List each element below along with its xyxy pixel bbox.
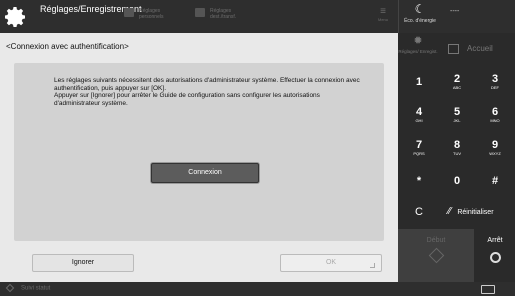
instruction-message: Les réglages suivants nécessitent des au… xyxy=(54,77,360,107)
key-3-letters: DEF xyxy=(491,85,499,90)
main-content: <Connexion avec authentification> Les ré… xyxy=(0,33,398,282)
gear-small-icon: ✹ xyxy=(413,35,423,47)
energy-saver-button[interactable]: ☾ Éco. d'énergie xyxy=(398,0,441,33)
key-6[interactable]: 6 MNO xyxy=(476,98,514,132)
app-title: Réglages/Enregistrement xyxy=(40,4,142,14)
key-9[interactable]: 9 WXYZ xyxy=(476,131,514,165)
keypad-panel: ✹ Réglages/ Enregist. Accueil 1 2 ABC 3 DE… xyxy=(398,33,515,282)
key-2-digit: 2 xyxy=(453,73,461,85)
status-diamond-icon xyxy=(5,283,15,293)
clear-label: C xyxy=(415,206,423,218)
start-button: Début xyxy=(398,229,474,282)
key-star[interactable]: * xyxy=(400,164,438,198)
home-label: Accueil xyxy=(467,44,493,53)
key-0[interactable]: 0 xyxy=(438,164,476,198)
enter-corner-icon xyxy=(370,263,375,268)
home-icon xyxy=(448,43,459,54)
key-3[interactable]: 3 DEF xyxy=(476,65,514,99)
key-5[interactable]: 5 JKL xyxy=(438,98,476,132)
energy-saver-label: Éco. d'énergie xyxy=(404,18,436,24)
destination-icon xyxy=(195,8,205,17)
key-8-digit: 8 xyxy=(453,139,461,151)
moon-icon: ☾ xyxy=(414,2,426,16)
menu-label: Menu xyxy=(377,17,388,22)
key-2-letters: ABC xyxy=(452,85,462,90)
key-hash[interactable]: # xyxy=(476,164,514,198)
ignore-button[interactable]: Ignorer xyxy=(32,254,134,272)
key-hash-symbol: # xyxy=(491,175,499,187)
key-7-digit: 7 xyxy=(415,139,423,151)
key-1-digit: 1 xyxy=(415,76,423,88)
ok-label: OK xyxy=(325,259,337,266)
key-0-digit: 0 xyxy=(453,175,461,187)
top-bar: Réglages/Enregistrement Réglages personn… xyxy=(0,0,515,33)
key-8[interactable]: 8 TUV xyxy=(438,131,476,165)
message-panel: Les réglages suivants nécessitent des au… xyxy=(14,63,384,241)
menu-button: ≡ Menu xyxy=(376,7,390,23)
menu-icon: ≡ xyxy=(380,6,386,17)
key-7-letters: PQRS xyxy=(413,151,425,156)
personal-settings-shortcut: Réglages personnels xyxy=(124,8,167,20)
key-4-digit: 4 xyxy=(415,106,423,118)
key-1[interactable]: 1 xyxy=(400,65,438,99)
settings-shortcut-label: Réglages/ Enregist. xyxy=(398,49,438,54)
key-6-digit: 6 xyxy=(491,106,499,118)
home-button: Accueil xyxy=(438,33,515,65)
person-icon xyxy=(124,8,134,17)
key-5-letters: JKL xyxy=(453,118,461,123)
key-2[interactable]: 2 ABC xyxy=(438,65,476,99)
stop-label: Arrêt xyxy=(487,237,503,244)
key-8-letters: TUV xyxy=(453,151,461,156)
destination-settings-shortcut: Réglages dest./transf. xyxy=(195,8,238,20)
page-title: <Connexion avec authentification> xyxy=(6,42,129,51)
destination-settings-label: Réglages dest./transf. xyxy=(210,8,237,20)
status-monitor-button: Suivi statut xyxy=(5,283,51,293)
key-7[interactable]: 7 PQRS xyxy=(400,131,438,165)
reset-slash-icon: ⁄⁄ xyxy=(448,206,452,217)
status-bar: Suivi statut xyxy=(0,282,515,296)
reset-button[interactable]: ⁄⁄ Réinitialiser xyxy=(438,195,515,229)
connexion-button[interactable]: Connexion xyxy=(151,163,259,183)
key-4-letters: GHI xyxy=(415,118,423,123)
key-6-letters: MNO xyxy=(490,118,500,123)
settings-shortcut-button: ✹ Réglages/ Enregist. xyxy=(398,33,438,65)
reset-label: Réinitialiser xyxy=(457,209,494,216)
stop-icon xyxy=(489,252,501,263)
device-screen: Réglages/Enregistrement Réglages personn… xyxy=(0,0,515,296)
clear-button[interactable]: C xyxy=(400,195,438,229)
key-5-digit: 5 xyxy=(453,106,461,118)
key-9-letters: WXYZ xyxy=(489,151,501,156)
gear-icon[interactable] xyxy=(4,5,28,29)
ok-button: OK xyxy=(280,254,382,272)
start-label: Début xyxy=(426,237,446,244)
key-star-symbol: * xyxy=(416,175,422,187)
start-diamond-icon xyxy=(428,247,444,264)
status-placeholder: ---- xyxy=(450,8,460,15)
key-3-digit: 3 xyxy=(491,73,499,85)
key-9-digit: 9 xyxy=(491,139,499,151)
stop-button[interactable]: Arrêt xyxy=(475,229,515,282)
personal-settings-label: Réglages personnels xyxy=(139,8,164,20)
status-monitor-label: Suivi statut xyxy=(21,285,51,292)
keyboard-icon[interactable] xyxy=(481,285,495,294)
key-4[interactable]: 4 GHI xyxy=(400,98,438,132)
